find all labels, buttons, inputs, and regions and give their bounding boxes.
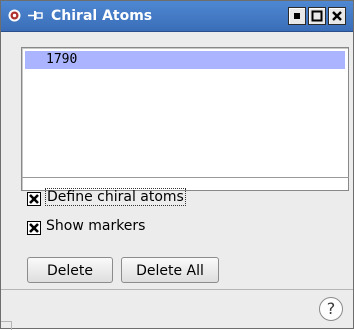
footer-divider — [1, 289, 353, 290]
close-button[interactable] — [328, 7, 346, 25]
delete-all-button[interactable]: Delete All — [121, 257, 219, 283]
show-markers-label[interactable]: Show markers — [46, 218, 145, 234]
maximize-button[interactable] — [308, 7, 326, 25]
list-item-label: 1790 — [46, 52, 78, 67]
help-button[interactable]: ? — [319, 297, 343, 321]
minimize-button[interactable] — [288, 7, 306, 25]
checkmark-icon — [29, 223, 39, 233]
list-item[interactable]: 1790 — [25, 51, 345, 69]
chiral-atom-list[interactable]: 1790 — [21, 47, 349, 191]
chiral-atoms-dialog: Chiral Atoms 1790 Define chiral atoms Sh… — [0, 0, 354, 330]
title-bar[interactable]: Chiral Atoms — [1, 1, 353, 32]
close-icon — [332, 11, 342, 21]
show-markers-checkbox[interactable] — [27, 221, 41, 235]
app-logo-icon[interactable] — [8, 9, 21, 22]
delete-button[interactable]: Delete — [27, 257, 113, 283]
define-chiral-atoms-checkbox[interactable] — [27, 192, 41, 206]
divider — [21, 177, 349, 178]
window-title: Chiral Atoms — [51, 8, 153, 24]
checkmark-icon — [29, 194, 39, 204]
define-chiral-atoms-label[interactable]: Define chiral atoms — [45, 188, 186, 206]
pin-icon[interactable] — [27, 8, 43, 23]
minimize-icon — [294, 13, 300, 19]
maximize-icon — [311, 10, 323, 22]
